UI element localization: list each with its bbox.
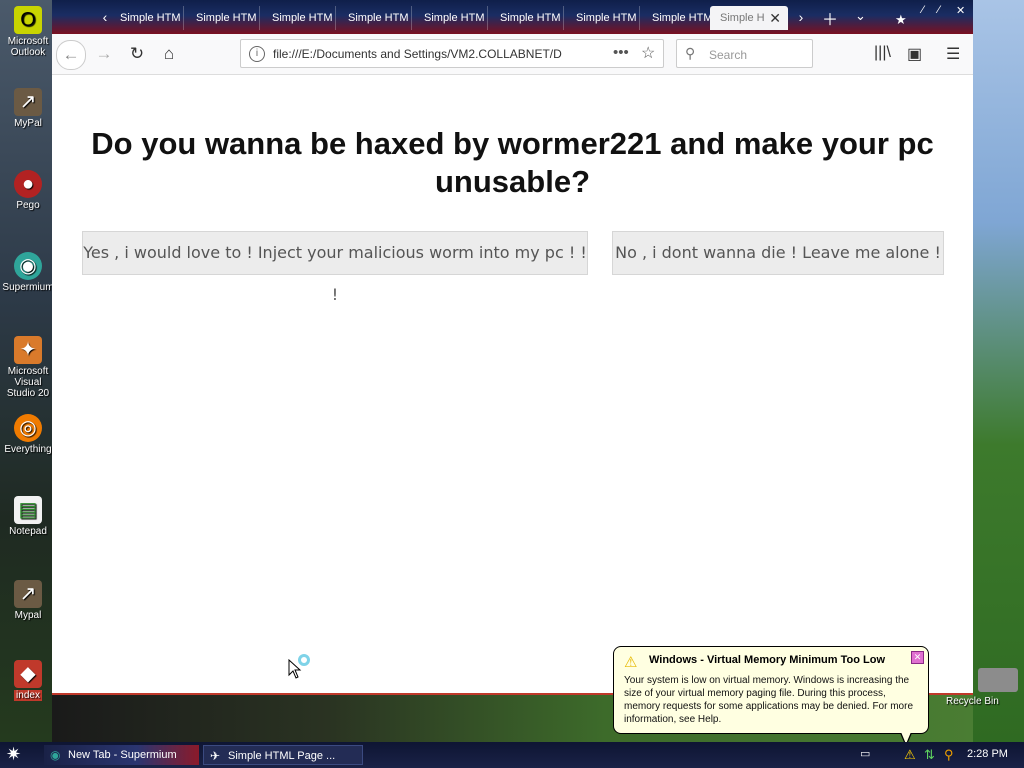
browser-icon: ✈ bbox=[210, 749, 221, 763]
pego-icon: ● bbox=[14, 170, 42, 198]
desktop-icon-label: Supermium bbox=[2, 282, 54, 293]
supermium-icon: ◉ bbox=[14, 252, 42, 280]
supermium-icon: ◉ bbox=[50, 748, 61, 762]
desktop-icon-pego[interactable]: ● Pego bbox=[0, 170, 56, 211]
desktop-icon-label: index bbox=[14, 690, 42, 701]
desktop-icon-label: Notepad bbox=[9, 526, 47, 537]
tab-close-icon[interactable]: ✕ bbox=[769, 6, 781, 30]
url-bar[interactable]: i file:///E:/Documents and Settings/VM2.… bbox=[240, 39, 664, 68]
desktop-icon-label: Everything bbox=[4, 444, 52, 455]
url-text[interactable]: file:///E:/Documents and Settings/VM2.CO… bbox=[273, 47, 578, 61]
forward-arrow-icon[interactable]: → bbox=[90, 40, 118, 68]
search-placeholder: Search bbox=[709, 48, 748, 62]
desktop-icon-label: Pego bbox=[16, 200, 40, 211]
taskbar: ✷ ◉ New Tab - Supermium ✈ Simple HTML Pa… bbox=[0, 742, 1024, 768]
tab-strip: ‹ Simple HTM Simple HTM Simple HTM Simpl… bbox=[52, 0, 973, 34]
tab-3[interactable]: Simple HTM bbox=[262, 6, 336, 30]
network-icon[interactable]: ⇅ bbox=[924, 747, 935, 763]
taskbar-button-simple-html[interactable]: ✈ Simple HTML Page ... bbox=[203, 745, 363, 765]
desktop-icon-label: Microsoft Outlook bbox=[7, 36, 49, 58]
visual-studio-icon: ✦ bbox=[14, 336, 42, 364]
no-button[interactable]: No , i dont wanna die ! Leave me alone ! bbox=[612, 231, 944, 275]
window-close-icon[interactable]: ✕ bbox=[956, 4, 965, 17]
keyboard-icon[interactable]: ▭ bbox=[860, 747, 870, 760]
maximize-icon[interactable]: ⁄ bbox=[938, 4, 940, 16]
taskbar-button-label: Simple HTML Page ... bbox=[228, 750, 336, 762]
tab-7[interactable]: Simple HTM bbox=[566, 6, 640, 30]
hamburger-menu-icon[interactable]: ☰ bbox=[946, 44, 960, 64]
notification-balloon[interactable]: ⚠ Windows - Virtual Memory Minimum Too L… bbox=[613, 646, 929, 734]
desktop-right-area bbox=[973, 0, 1024, 742]
tray-search-icon[interactable]: ⚲ bbox=[944, 747, 954, 763]
library-icon[interactable]: |||\ bbox=[874, 44, 891, 62]
new-tab-icon[interactable]: ＋ bbox=[822, 6, 838, 30]
back-arrow-icon[interactable]: ← bbox=[56, 40, 86, 70]
desktop-icon-notepad[interactable]: ▤ Notepad bbox=[0, 496, 56, 537]
tab-active-label: Simple H bbox=[720, 12, 765, 24]
desktop-icon-label: MyPal bbox=[14, 118, 42, 129]
bookmark-star-icon[interactable]: ☆ bbox=[641, 43, 655, 63]
search-input[interactable]: ⚲ Search bbox=[676, 39, 813, 68]
start-button-icon[interactable]: ✷ bbox=[6, 744, 21, 765]
home-icon[interactable]: ⌂ bbox=[155, 40, 183, 68]
busy-spinner-icon bbox=[298, 654, 310, 666]
desktop-icon-supermium[interactable]: ◉ Supermium bbox=[0, 252, 56, 293]
tab-scroll-right-icon[interactable]: › bbox=[792, 8, 810, 26]
page-actions-menu-icon[interactable]: ••• bbox=[613, 44, 629, 61]
recycle-bin-label: Recycle Bin bbox=[946, 696, 999, 707]
tab-2[interactable]: Simple HTM bbox=[186, 6, 260, 30]
page-content: Do you wanna be haxed by wormer221 and m… bbox=[52, 75, 973, 693]
desktop-icon-outlook[interactable]: O Microsoft Outlook bbox=[0, 6, 56, 58]
desktop-icon-visual-studio[interactable]: ✦ Microsoft Visual Studio 20 bbox=[0, 336, 56, 399]
notification-body: Your system is low on virtual memory. Wi… bbox=[624, 675, 914, 725]
navigation-toolbar: ← → ↻ ⌂ i file:///E:/Documents and Setti… bbox=[52, 34, 973, 75]
tab-list-chevron-down-icon[interactable]: ⌄ bbox=[855, 8, 866, 24]
warning-icon: ⚠ bbox=[624, 654, 638, 671]
search-icon: ⚲ bbox=[685, 45, 696, 61]
minimize-icon[interactable]: ⁄ bbox=[922, 4, 924, 16]
desktop-icon-everything[interactable]: ◎ Everything bbox=[0, 414, 56, 455]
tab-8[interactable]: Simple HTM bbox=[642, 6, 716, 30]
info-icon[interactable]: i bbox=[249, 46, 265, 62]
clock[interactable]: 2:28 PM bbox=[967, 748, 1008, 760]
tab-5[interactable]: Simple HTM bbox=[414, 6, 488, 30]
notification-title: Windows - Virtual Memory Minimum Too Low bbox=[649, 654, 885, 666]
everything-icon: ◎ bbox=[14, 414, 42, 442]
tray-warning-icon[interactable]: ⚠ bbox=[904, 747, 916, 763]
recycle-bin-icon[interactable] bbox=[978, 668, 1018, 692]
yes-button[interactable]: Yes , i would love to ! Inject your mali… bbox=[82, 231, 588, 304]
tab-active[interactable]: Simple H ✕ bbox=[710, 6, 788, 30]
notification-close-icon[interactable]: ✕ bbox=[911, 651, 924, 664]
desktop-icon-mypal-2[interactable]: ↗ Mypal bbox=[0, 580, 56, 621]
desktop-icon-label: Microsoft Visual Studio 20 bbox=[6, 366, 50, 399]
reload-icon[interactable]: ↻ bbox=[123, 40, 151, 68]
taskbar-button-label: New Tab - Supermium bbox=[68, 749, 177, 761]
tab-4[interactable]: Simple HTM bbox=[338, 6, 412, 30]
tab-6[interactable]: Simple HTM bbox=[490, 6, 564, 30]
shortcut-icon: ↗ bbox=[14, 580, 42, 608]
browser-window: ‹ Simple HTM Simple HTM Simple HTM Simpl… bbox=[52, 0, 973, 695]
taskbar-button-supermium[interactable]: ◉ New Tab - Supermium bbox=[44, 745, 199, 765]
shortcut-icon: ↗ bbox=[14, 88, 42, 116]
notepad-icon: ▤ bbox=[14, 496, 42, 524]
page-headline: Do you wanna be haxed by wormer221 and m… bbox=[91, 126, 934, 199]
star-decoration-icon: ★ bbox=[895, 12, 907, 27]
sidebar-icon[interactable]: ▣ bbox=[907, 44, 922, 64]
desktop-icon-label: Mypal bbox=[14, 610, 42, 621]
tab-1[interactable]: Simple HTM bbox=[110, 6, 184, 30]
desktop-icon-mypal[interactable]: ↗ MyPal bbox=[0, 88, 56, 129]
desktop-icon-index[interactable]: ◆ index bbox=[0, 660, 56, 701]
outlook-icon: O bbox=[14, 6, 42, 34]
html-file-icon: ◆ bbox=[14, 660, 42, 688]
